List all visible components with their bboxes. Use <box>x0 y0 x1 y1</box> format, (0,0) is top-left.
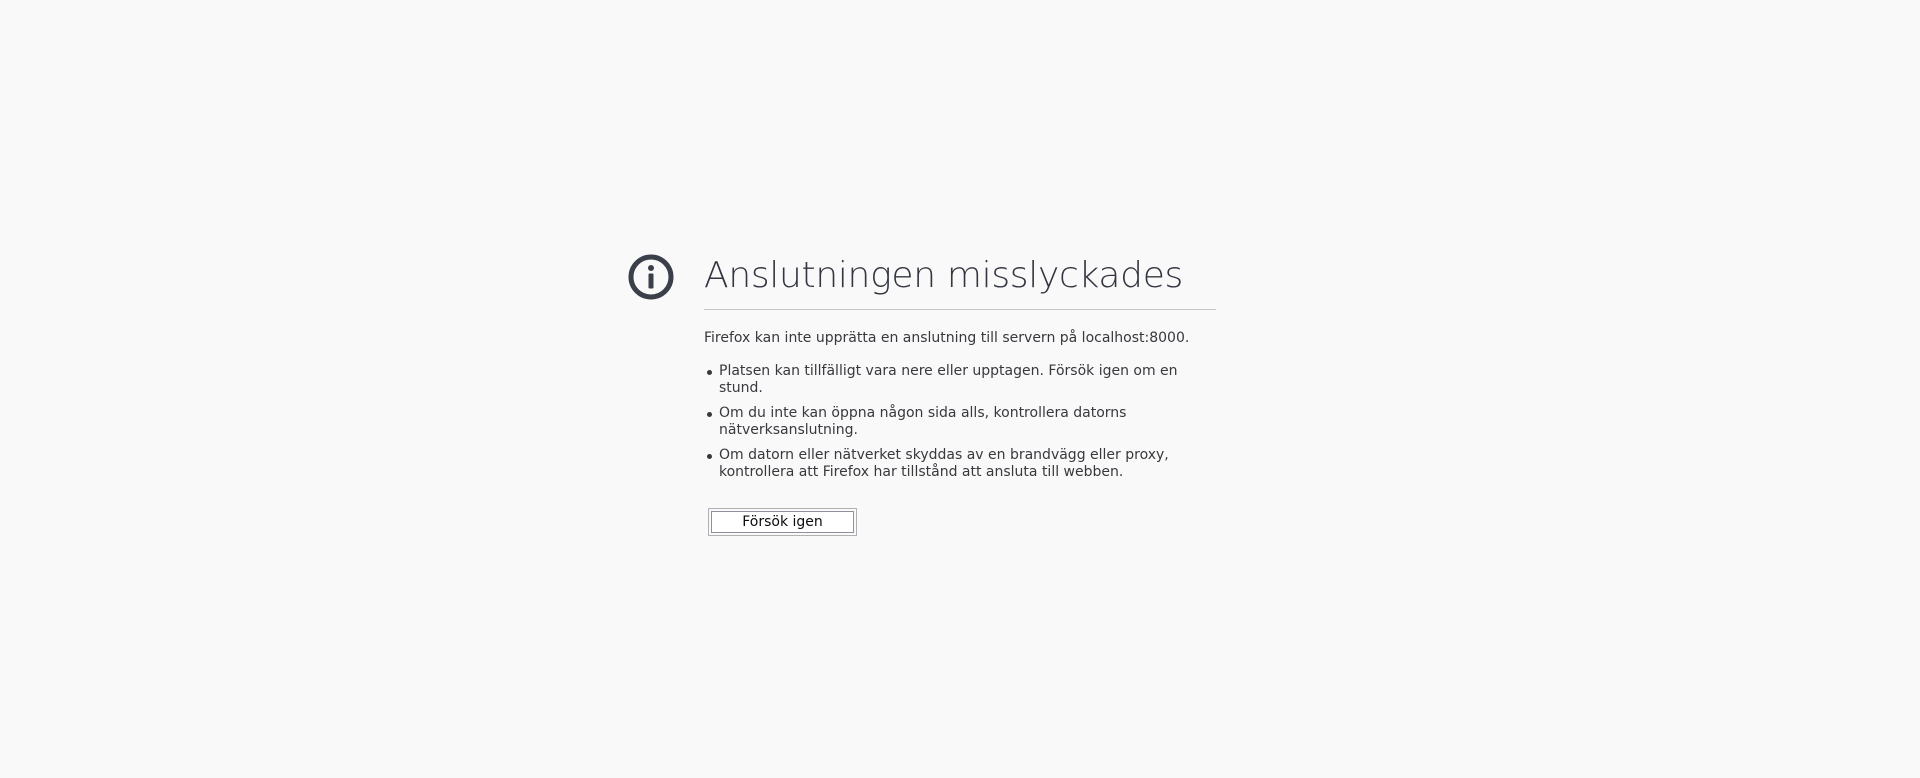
error-description: Firefox kan inte upprätta en anslutning … <box>704 330 1190 346</box>
title-divider <box>704 309 1216 310</box>
error-page: Anslutningen misslyckades Firefox kan in… <box>0 0 1920 778</box>
error-tips-list: Platsen kan tillfälligt vara nere eller … <box>704 363 1216 481</box>
list-item: Om du inte kan öppna någon sida alls, ko… <box>707 405 1209 439</box>
retry-button[interactable]: Försök igen <box>711 511 854 533</box>
info-icon <box>628 254 674 300</box>
list-item: Om datorn eller nätverket skyddas av en … <box>707 447 1209 481</box>
retry-button-focus-ring: Försök igen <box>708 508 857 536</box>
page-title: Anslutningen misslyckades <box>704 255 1183 296</box>
list-item: Platsen kan tillfälligt vara nere eller … <box>707 363 1209 397</box>
error-container: Anslutningen misslyckades Firefox kan in… <box>628 246 1216 536</box>
